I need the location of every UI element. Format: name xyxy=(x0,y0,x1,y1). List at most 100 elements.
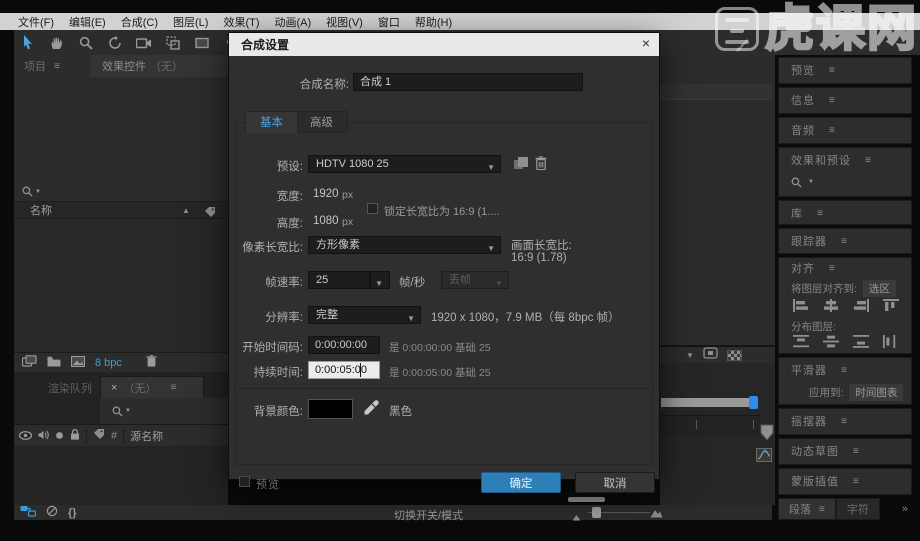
tab-render-queue[interactable]: 渲染队列 xyxy=(48,380,92,396)
shy-marker-icon[interactable] xyxy=(760,424,774,446)
interpret-footage-icon[interactable] xyxy=(21,354,37,372)
width-value[interactable]: 1920 xyxy=(313,188,339,200)
eyedropper-icon[interactable] xyxy=(362,399,380,422)
panel-menu-icon[interactable]: ≡ xyxy=(829,263,835,274)
time-navigator-handle[interactable] xyxy=(749,396,758,409)
menu-item-file[interactable]: 文件(F) xyxy=(18,14,54,30)
menu-item-view[interactable]: 视图(V) xyxy=(326,14,363,30)
lock-icon[interactable] xyxy=(70,427,80,445)
panel-menu-icon[interactable]: ≡ xyxy=(54,61,60,72)
time-navigator-bar[interactable] xyxy=(661,398,756,407)
pixel-aspect-dropdown[interactable]: 方形像素 ▼ xyxy=(308,236,501,254)
panel-menu-icon[interactable]: ≡ xyxy=(841,236,847,247)
panel-motion-sketch[interactable]: 动态草图 ≡ xyxy=(778,438,912,465)
region-of-interest-icon[interactable] xyxy=(703,346,718,364)
panel-preview[interactable]: 预览 ≡ xyxy=(778,57,912,84)
zoom-in-mountain-icon[interactable] xyxy=(650,505,663,523)
rotation-tool-icon[interactable] xyxy=(107,35,123,51)
delete-preset-icon[interactable] xyxy=(535,156,547,175)
distribute-top-icon[interactable] xyxy=(793,335,809,353)
graph-editor-icon[interactable] xyxy=(756,448,772,467)
timeline-search-box[interactable]: ▼ xyxy=(100,398,228,424)
draft-3d-icon[interactable] xyxy=(46,504,58,522)
panel-menu-icon[interactable]: ≡ xyxy=(841,416,847,427)
ok-button[interactable]: 确定 xyxy=(481,472,561,493)
preview-checkbox-label[interactable]: 预览 xyxy=(256,476,280,492)
panel-library[interactable]: 库 ≡ xyxy=(778,200,912,225)
mini-flowchart-icon[interactable] xyxy=(20,504,37,522)
solo-icon[interactable] xyxy=(55,427,64,445)
audio-icon[interactable] xyxy=(38,427,49,445)
panel-menu-icon[interactable]: ≡ xyxy=(829,65,835,76)
lock-aspect-label[interactable]: 锁定长宽比为 16:9 (1.... xyxy=(384,203,500,219)
tab-character[interactable]: 字符 xyxy=(835,498,880,520)
panel-menu-icon[interactable]: ≡ xyxy=(817,208,823,219)
project-name-column-header[interactable]: 名称 ▲ xyxy=(14,202,228,219)
menu-item-window[interactable]: 窗口 xyxy=(378,14,400,30)
tab-advanced[interactable]: 高级 xyxy=(295,111,348,133)
panel-tracker[interactable]: 跟踪器 ≡ xyxy=(778,228,912,254)
preset-dropdown[interactable]: HDTV 1080 25 ▼ xyxy=(308,155,501,173)
align-left-icon[interactable] xyxy=(793,299,809,317)
menu-item-help[interactable]: 帮助(H) xyxy=(415,14,452,30)
align-top-icon[interactable] xyxy=(883,299,899,317)
preview-checkbox[interactable] xyxy=(239,476,250,487)
align-to-dropdown[interactable]: 选区 xyxy=(862,279,896,297)
project-search-box[interactable]: ▼ xyxy=(14,182,228,202)
close-tab-icon[interactable]: × xyxy=(111,382,117,394)
duration-input[interactable]: 0:00:05:00 xyxy=(308,361,380,379)
comp-name-input[interactable]: 合成 1 xyxy=(353,73,583,91)
menu-item-layer[interactable]: 图层(L) xyxy=(173,14,208,30)
height-value[interactable]: 1080 xyxy=(313,215,339,227)
align-right-icon[interactable] xyxy=(853,299,869,317)
eye-icon[interactable] xyxy=(18,427,33,445)
distribute-left-icon[interactable] xyxy=(883,335,899,353)
layer-number-column[interactable]: # xyxy=(111,430,117,442)
frame-rate-input[interactable]: 25 xyxy=(308,271,370,289)
distribute-bottom-icon[interactable] xyxy=(853,335,869,353)
panel-effects-presets[interactable]: 效果和预设 ≡ ▼ xyxy=(778,147,912,197)
apply-to-dropdown[interactable]: 时间图表 xyxy=(849,383,904,401)
selection-tool-icon[interactable] xyxy=(20,35,36,51)
trash-icon[interactable] xyxy=(146,354,157,372)
dialog-close-icon[interactable]: × xyxy=(642,35,650,51)
tab-paragraph[interactable]: 段落 ≡ xyxy=(778,498,836,520)
background-color-swatch[interactable] xyxy=(308,399,353,419)
timeline-layer-area[interactable] xyxy=(14,446,228,505)
new-composition-icon[interactable] xyxy=(70,354,86,372)
panel-wiggler[interactable]: 摇摆器 ≡ xyxy=(778,408,912,435)
panel-audio[interactable]: 音频 ≡ xyxy=(778,117,912,144)
bit-depth-button[interactable]: 8 bpc xyxy=(95,357,122,369)
panel-menu-icon[interactable]: ≡ xyxy=(819,504,825,515)
tab-project[interactable]: 项目 ≡ xyxy=(14,55,90,77)
distribute-vcenter-icon[interactable] xyxy=(823,335,839,353)
panel-menu-icon[interactable]: ≡ xyxy=(853,476,859,487)
effects-search-box[interactable]: ▼ xyxy=(779,172,911,192)
viewer-options-caret-icon[interactable]: ▼ xyxy=(686,351,694,360)
panel-menu-icon[interactable]: ≡ xyxy=(829,125,835,136)
menu-item-composition[interactable]: 合成(C) xyxy=(121,14,158,30)
save-preset-icon[interactable] xyxy=(513,156,529,176)
hand-tool-icon[interactable] xyxy=(49,35,65,51)
source-name-column[interactable]: 源名称 xyxy=(130,428,163,444)
panel-menu-icon[interactable]: ≡ xyxy=(170,382,176,393)
panel-menu-icon[interactable]: ≡ xyxy=(829,95,835,106)
start-timecode-input[interactable]: 0:00:00:00 xyxy=(308,336,380,354)
panel-smoother[interactable]: 平滑器 ≡ 应用到: 时间图表 xyxy=(778,357,912,405)
expressions-icon[interactable]: {} xyxy=(68,507,77,519)
lock-aspect-checkbox[interactable] xyxy=(367,203,378,214)
camera-tool-icon[interactable] xyxy=(136,35,152,51)
tab-basic[interactable]: 基本 xyxy=(245,111,298,133)
menu-item-animation[interactable]: 动画(A) xyxy=(275,14,312,30)
toggle-switches-modes-button[interactable]: 切换开关/模式 xyxy=(394,507,463,523)
more-panels-icon[interactable]: » xyxy=(902,503,912,515)
panel-menu-icon[interactable]: ≡ xyxy=(865,155,871,166)
shape-tool-icon[interactable] xyxy=(194,35,210,51)
frame-rate-caret-button[interactable]: ▼ xyxy=(370,271,390,289)
sort-ascending-icon[interactable]: ▲ xyxy=(182,206,190,215)
dialog-title-bar[interactable]: 合成设置 × xyxy=(229,33,659,56)
label-color-column-icon[interactable] xyxy=(93,427,105,445)
pan-behind-tool-icon[interactable] xyxy=(165,35,181,51)
tab-composition-none[interactable]: × （无） ≡ xyxy=(100,376,204,398)
zoom-out-mountain-icon[interactable] xyxy=(572,508,581,526)
